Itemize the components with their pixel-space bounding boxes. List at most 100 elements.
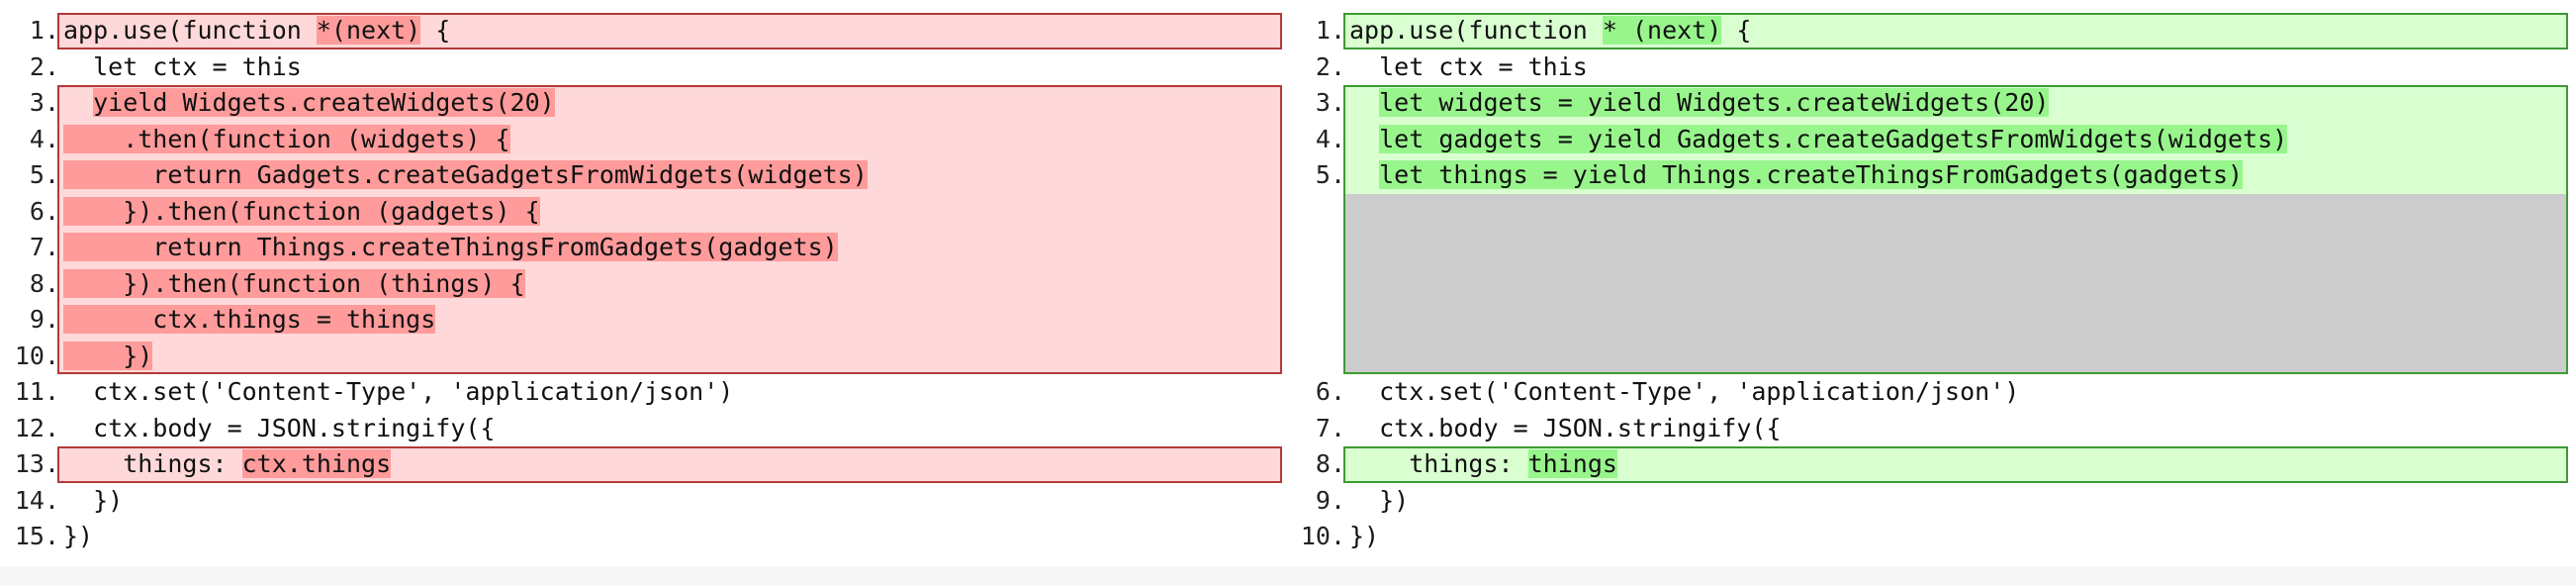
line-code[interactable]: app.use(function *(next) {	[63, 13, 1282, 49]
code-text-segment	[1349, 125, 1379, 153]
line-code[interactable]: ctx.set('Content-Type', 'application/jso…	[63, 374, 1282, 411]
added-text-segment: things	[1527, 449, 1617, 478]
line-code[interactable]: })	[63, 483, 1282, 520]
code-line	[1286, 266, 2576, 303]
removed-text-segment: return Gadgets.createGadgetsFromWidgets(…	[63, 160, 868, 189]
code-line: 15.})	[0, 519, 1286, 555]
line-code[interactable]: }).then(function (gadgets) {	[63, 194, 1282, 231]
line-code[interactable]: ctx.things = things	[63, 302, 1282, 339]
code-text-segment: ctx.set('Content-Type', 'application/jso…	[63, 377, 734, 406]
line-code[interactable]: app.use(function * (next) {	[1349, 13, 2568, 49]
line-number: 7.	[29, 233, 59, 261]
code-line: 4. let gadgets = yield Gadgets.createGad…	[1286, 122, 2576, 158]
code-text-segment: {	[1721, 16, 1752, 45]
added-text-segment: let widgets = yield Widgets.createWidget…	[1379, 88, 2050, 117]
code-line: 1. app.use(function * (next) {	[1286, 13, 2576, 49]
line-code[interactable]	[1349, 194, 2568, 231]
code-line: 9. ctx.things = things	[0, 302, 1286, 339]
code-line: 13. things: ctx.things	[0, 446, 1286, 483]
code-text-segment: })	[63, 485, 124, 515]
code-text-segment	[1349, 88, 1379, 117]
line-number: 14.	[14, 485, 59, 515]
line-code[interactable]	[1349, 302, 2568, 339]
code-line	[1286, 339, 2576, 375]
line-code[interactable]: let gadgets = yield Gadgets.createGadget…	[1349, 122, 2568, 158]
line-number: 9.	[29, 305, 59, 334]
code-text-segment	[1349, 160, 1379, 189]
line-code[interactable]	[1349, 230, 2568, 266]
line-code[interactable]: .then(function (widgets) {	[63, 122, 1282, 158]
line-code[interactable]: })	[63, 519, 1282, 555]
code-line: 4. .then(function (widgets) {	[0, 122, 1286, 158]
code-text-segment: let ctx = this	[1349, 51, 1588, 81]
line-number: 6.	[29, 196, 59, 226]
line-number: 2.	[1315, 51, 1345, 81]
removed-text-segment: }).then(function (gadgets) {	[63, 196, 540, 226]
line-code[interactable]: let ctx = this	[63, 49, 1282, 86]
line-code[interactable]: }).then(function (things) {	[63, 266, 1282, 303]
code-line: 10. })	[0, 339, 1286, 375]
line-code[interactable]: ctx.body = JSON.stringify({	[1349, 411, 2568, 447]
line-number: 10.	[1300, 522, 1345, 550]
line-code[interactable]: })	[1349, 519, 2568, 555]
code-line: 9. })	[1286, 483, 2576, 520]
removed-text-segment: ctx.things = things	[63, 305, 436, 334]
code-line: 6. ctx.set('Content-Type', 'application/…	[1286, 374, 2576, 411]
line-number: 7.	[1315, 413, 1345, 442]
code-line: 12. ctx.body = JSON.stringify({	[0, 411, 1286, 447]
line-number: 6.	[1315, 377, 1345, 406]
diff-view: 1. app.use(function *(next) {2. let ctx =…	[0, 0, 2576, 586]
code-text-segment: ctx.body = JSON.stringify({	[1349, 413, 1782, 442]
line-number: 4.	[29, 124, 59, 153]
line-code[interactable]: yield Widgets.createWidgets(20)	[63, 85, 1282, 122]
code-line	[1286, 302, 2576, 339]
line-code[interactable]: return Things.createThingsFromGadgets(ga…	[63, 230, 1282, 266]
code-line: 8. things: things	[1286, 446, 2576, 483]
line-code[interactable]: things: things	[1349, 446, 2568, 483]
removed-text-segment: *(next)	[316, 16, 421, 45]
line-number: 11.	[14, 377, 59, 406]
code-text-segment: things:	[1349, 449, 1528, 478]
line-code[interactable]: ctx.set('Content-Type', 'application/jso…	[1349, 374, 2568, 411]
code-line: 2. let ctx = this	[0, 49, 1286, 86]
code-text-segment: {	[420, 16, 451, 45]
removed-text-segment: }).then(function (things) {	[63, 268, 525, 298]
code-text-segment: })	[1349, 522, 1380, 550]
line-code[interactable]: ctx.body = JSON.stringify({	[63, 411, 1282, 447]
line-code[interactable]: return Gadgets.createGadgetsFromWidgets(…	[63, 157, 1282, 194]
line-number: 8.	[29, 268, 59, 298]
line-number: 13.	[14, 449, 59, 478]
code-text-segment: ctx.body = JSON.stringify({	[63, 413, 496, 442]
removed-text-segment: .then(function (widgets) {	[63, 124, 510, 153]
code-text-segment: ctx.set('Content-Type', 'application/jso…	[1349, 377, 2020, 406]
line-number: 1.	[29, 16, 59, 45]
line-number: 1.	[1315, 16, 1345, 45]
line-code[interactable]	[1349, 266, 2568, 303]
code-text-segment: things:	[63, 449, 242, 478]
line-code[interactable]: })	[63, 339, 1282, 375]
code-line: 6. }).then(function (gadgets) {	[0, 194, 1286, 231]
line-code[interactable]	[1349, 339, 2568, 375]
code-line: 10.})	[1286, 519, 2576, 555]
line-code[interactable]: let widgets = yield Widgets.createWidget…	[1349, 85, 2568, 122]
added-text-segment: let gadgets = yield Gadgets.createGadget…	[1379, 124, 2288, 153]
code-text-segment	[63, 88, 93, 117]
added-text-segment: let things = yield Things.createThingsFr…	[1379, 160, 2244, 189]
line-number: 9.	[1315, 485, 1345, 515]
code-text-segment: })	[1349, 485, 1410, 515]
line-number: 3.	[1315, 88, 1345, 117]
line-code[interactable]: })	[1349, 483, 2568, 520]
code-line: 3. yield Widgets.createWidgets(20)	[0, 85, 1286, 122]
line-number: 5.	[1315, 160, 1345, 189]
code-line: 5. return Gadgets.createGadgetsFromWidge…	[0, 157, 1286, 194]
code-text-segment: app.use(function	[63, 16, 317, 45]
removed-text-segment: ctx.things	[241, 449, 392, 478]
line-number: 8.	[1315, 449, 1345, 478]
line-number: 10.	[14, 341, 59, 370]
code-line: 2. let ctx = this	[1286, 49, 2576, 86]
code-line: 3. let widgets = yield Widgets.createWid…	[1286, 85, 2576, 122]
line-code[interactable]: let things = yield Things.createThingsFr…	[1349, 157, 2568, 194]
code-line: 5. let things = yield Things.createThing…	[1286, 157, 2576, 194]
line-code[interactable]: let ctx = this	[1349, 49, 2568, 86]
line-code[interactable]: things: ctx.things	[63, 446, 1282, 483]
